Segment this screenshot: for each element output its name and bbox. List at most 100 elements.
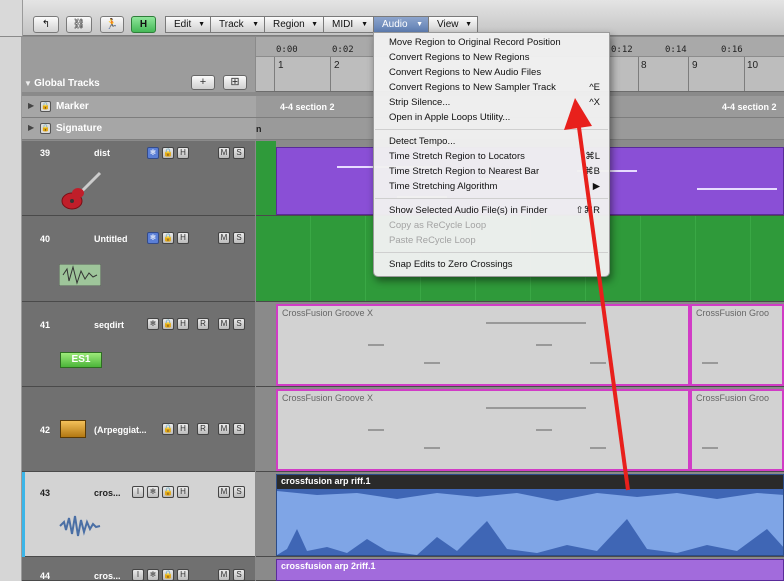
green-region-edge[interactable] [256, 141, 276, 215]
track-lane-43[interactable]: crossfusion arp riff.1 [256, 472, 784, 557]
hide-track-button[interactable]: H [177, 147, 189, 159]
global-tracks-toggle[interactable]: ▼ Global Tracks [24, 78, 164, 89]
audio-menu-item[interactable]: Move Region to Original Record Position [389, 37, 561, 48]
track-header-42[interactable]: 42 (Arpeggiat... 🔒 H R M S [22, 387, 255, 472]
audio-region[interactable]: crossfusion arp riff.1 [276, 474, 784, 556]
marker-section[interactable]: 4-4 section 2 [280, 102, 335, 112]
mute-button[interactable]: M [218, 318, 230, 330]
track-header-43[interactable]: 43 cros... I ❄ 🔒 H M S [22, 472, 255, 557]
audio-menu-item[interactable]: Detect Tempo... [389, 136, 455, 147]
mute-button[interactable]: M [218, 486, 230, 498]
audio-menu-item[interactable]: Time Stretching Algorithm [389, 181, 497, 192]
midi-note [590, 362, 606, 364]
lock-button[interactable]: 🔒 [162, 318, 174, 330]
input-monitor-button[interactable]: I [132, 569, 144, 581]
freeze-button[interactable]: ❄ [147, 569, 159, 581]
midi-region[interactable]: CrossFusion Groo [690, 304, 784, 386]
audio-dropdown-menu: Move Region to Original Record Position C… [373, 32, 610, 277]
mute-button[interactable]: M [218, 569, 230, 581]
ruler-tick [330, 57, 331, 91]
marker-label: Marker [56, 101, 89, 112]
menu-audio[interactable]: Audio ▼ [373, 16, 429, 33]
hide-track-button[interactable]: H [177, 423, 189, 435]
track-lane-44[interactable]: crossfusion arp 2riff.1 [256, 557, 784, 581]
lock-button[interactable]: 🔒 [162, 147, 174, 159]
mute-button[interactable]: M [218, 147, 230, 159]
freeze-button[interactable]: ❄ [147, 147, 159, 159]
audio-menu-item[interactable]: Convert Regions to New Sampler Track [389, 82, 556, 93]
track-name[interactable]: cros... [94, 488, 121, 498]
freeze-button[interactable]: ❄ [147, 318, 159, 330]
solo-button[interactable]: S [233, 318, 245, 330]
lock-icon[interactable]: 🔒 [40, 123, 51, 134]
track-lane-42[interactable]: CrossFusion Groove X CrossFusion Groo [256, 387, 784, 472]
region-title: CrossFusion Groo [696, 393, 770, 403]
hide-track-button[interactable]: H [177, 569, 189, 581]
track-name[interactable]: Untitled [94, 234, 128, 244]
audio-menu-item[interactable]: Open in Apple Loops Utility... [389, 112, 510, 123]
hide-track-button[interactable]: H [177, 318, 189, 330]
audio-menu-item[interactable]: Snap Edits to Zero Crossings [389, 259, 513, 270]
midi-region[interactable]: CrossFusion Groove X [276, 389, 690, 471]
freeze-button[interactable]: ❄ [147, 232, 159, 244]
menu-track[interactable]: Track ▼ [210, 16, 265, 33]
solo-button[interactable]: S [233, 147, 245, 159]
back-button[interactable]: ↰ [33, 16, 59, 33]
solo-button[interactable]: S [233, 423, 245, 435]
audio-menu-item[interactable]: Convert Regions to New Audio Files [389, 67, 541, 78]
audio-menu-item[interactable]: Strip Silence... [389, 97, 450, 108]
audio-menu-item[interactable]: Convert Regions to New Regions [389, 52, 529, 63]
freeze-button[interactable]: ❄ [147, 486, 159, 498]
hide-button[interactable]: H [131, 16, 156, 33]
guitar-icon [61, 171, 102, 210]
disclosure-triangle-icon[interactable]: ▶ [28, 101, 34, 110]
track-name[interactable]: cros... [94, 571, 121, 581]
lock-button[interactable]: 🔒 [162, 232, 174, 244]
record-button[interactable]: R [197, 318, 209, 330]
track-lane-41[interactable]: CrossFusion Groove X CrossFusion Groo [256, 302, 784, 387]
record-button[interactable]: R [197, 423, 209, 435]
hide-track-button[interactable]: H [177, 232, 189, 244]
catch-button[interactable]: 🏃 [100, 16, 124, 33]
track-name[interactable]: (Arpeggiat... [94, 425, 147, 435]
ruler-tick [688, 57, 689, 91]
track-header-41[interactable]: 41 seqdirt ❄ 🔒 H R M S ES1 [22, 302, 255, 387]
hide-track-button[interactable]: H [177, 486, 189, 498]
audio-menu-item[interactable]: Time Stretch Region to Locators [389, 151, 525, 162]
mute-button[interactable]: M [218, 423, 230, 435]
timecode-label: 0:16 [721, 45, 743, 55]
menu-midi[interactable]: MIDI ▼ [323, 16, 374, 33]
track-name[interactable]: dist [94, 148, 110, 158]
mute-button[interactable]: M [218, 232, 230, 244]
menu-view[interactable]: View ▼ [428, 16, 478, 33]
menu-region[interactable]: Region ▼ [264, 16, 324, 33]
timecode-label: 0:00 [276, 45, 298, 55]
midi-region[interactable]: CrossFusion Groo [690, 389, 784, 471]
track-name[interactable]: seqdirt [94, 320, 124, 330]
lock-button[interactable]: 🔒 [162, 423, 174, 435]
audio-menu-item[interactable]: Show Selected Audio File(s) in Finder [389, 205, 547, 216]
solo-button[interactable]: S [233, 232, 245, 244]
midi-region[interactable]: CrossFusion Groove X [276, 304, 690, 386]
input-monitor-button[interactable]: I [132, 486, 144, 498]
add-track-button[interactable]: + [191, 75, 215, 90]
lock-button[interactable]: 🔒 [162, 486, 174, 498]
audio-menu-item[interactable]: Time Stretch Region to Nearest Bar [389, 166, 539, 177]
audio-region[interactable]: crossfusion arp 2riff.1 [276, 559, 784, 581]
track-header-40[interactable]: 40 Untitled ❄ 🔒 H M S [22, 216, 255, 302]
lock-button[interactable]: 🔒 [162, 569, 174, 581]
menu-edit[interactable]: Edit ▼ [165, 16, 211, 33]
marker-section[interactable]: 4-4 section 2 [722, 102, 777, 112]
track-header-44[interactable]: 44 cros... I ❄ 🔒 H M S [22, 557, 255, 581]
menu-shortcut: ⌘B [584, 166, 600, 177]
track-number: 43 [40, 488, 51, 498]
track-header-39[interactable]: 39 dist ❄ 🔒 H M S [22, 141, 255, 216]
link-button[interactable]: ⛓ [66, 16, 92, 33]
solo-button[interactable]: S [233, 569, 245, 581]
new-track-button[interactable]: ⊞ [223, 75, 247, 90]
midi-note [368, 429, 384, 431]
arrange-toolbar: ↰ ⛓ 🏃 H Edit ▼ Track ▼ Region ▼ MIDI ▼ Audio… [0, 0, 784, 36]
solo-button[interactable]: S [233, 486, 245, 498]
disclosure-triangle-icon[interactable]: ▶ [28, 123, 34, 132]
lock-icon[interactable]: 🔒 [40, 101, 51, 112]
